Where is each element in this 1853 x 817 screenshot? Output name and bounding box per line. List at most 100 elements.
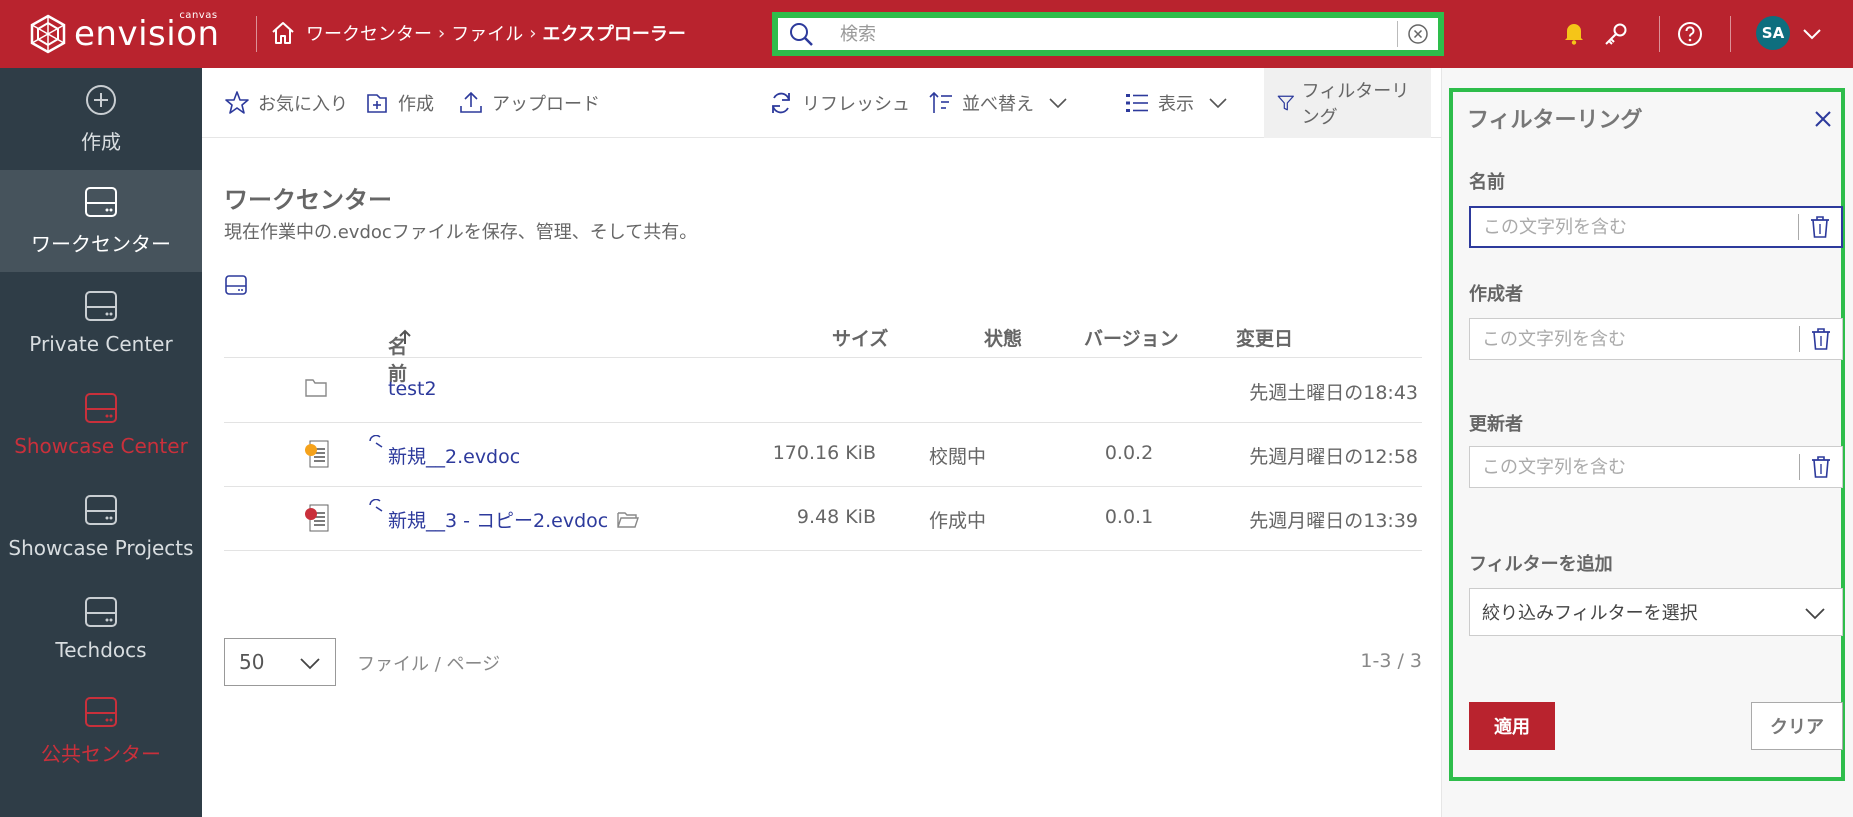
- field-divider: [1799, 454, 1800, 480]
- chevron-down-icon: [1049, 98, 1067, 109]
- column-header-version[interactable]: バージョン: [1084, 324, 1179, 351]
- view-button[interactable]: 表示: [1124, 68, 1228, 138]
- add-filter-label: フィルターを追加: [1469, 554, 1613, 575]
- drive-icon: [85, 495, 117, 525]
- drive-icon: [85, 597, 117, 627]
- sidebar-item-label: 作成: [81, 129, 121, 154]
- file-size: 9.48 KiB: [796, 506, 876, 528]
- sidebar: 作成 ワークセンター Private Center Showcase Cente…: [0, 68, 202, 817]
- file-size: 170.16 KiB: [772, 442, 876, 464]
- refresh-label: リフレッシュ: [802, 94, 910, 115]
- evdoc-file-icon: [305, 504, 329, 532]
- creator-filter-input[interactable]: [1470, 319, 1799, 359]
- column-header-modified[interactable]: 変更日: [1236, 324, 1293, 351]
- close-icon[interactable]: [1812, 108, 1834, 130]
- sidebar-item-showcase-projects[interactable]: Showcase Projects: [0, 476, 202, 578]
- chevron-down-icon: [1805, 608, 1825, 620]
- sidebar-item-showcase-center[interactable]: Showcase Center: [0, 374, 202, 476]
- main-content: ワークセンター 現在作業中の.evdocファイルを保存、管理、そして共有。 名前…: [202, 138, 1441, 817]
- chevron-down-icon[interactable]: [1800, 24, 1824, 44]
- table-row[interactable]: 新規__2.evdoc 170.16 KiB 校閲中 0.0.2 先週月曜日の1…: [224, 423, 1422, 487]
- per-page-select[interactable]: 50: [224, 638, 336, 686]
- trash-icon[interactable]: [1810, 327, 1832, 351]
- user-avatar[interactable]: SA: [1756, 16, 1790, 50]
- drive-icon[interactable]: [224, 274, 248, 296]
- sync-status-icon: [369, 499, 383, 512]
- breadcrumb-separator: ›: [529, 22, 537, 44]
- file-name[interactable]: 新規__3 - コピー2.evdoc: [388, 506, 640, 533]
- updater-filter-label: 更新者: [1469, 414, 1523, 435]
- search-icon: [790, 23, 813, 46]
- sort-button[interactable]: 並べ替え: [928, 68, 1068, 138]
- sidebar-item-label: Private Center: [29, 332, 173, 356]
- file-state: 作成中: [929, 510, 987, 532]
- bell-icon[interactable]: [1561, 20, 1587, 46]
- refresh-button[interactable]: リフレッシュ: [768, 68, 910, 138]
- sidebar-item-label: ワークセンター: [31, 231, 171, 256]
- filter-button[interactable]: フィルターリング: [1264, 68, 1431, 138]
- favorite-label: お気に入り: [258, 94, 348, 115]
- help-icon[interactable]: [1676, 20, 1704, 48]
- home-icon[interactable]: [270, 20, 296, 46]
- clear-search-icon[interactable]: [1406, 22, 1430, 46]
- add-filter-select-value: 絞り込みフィルターを選択: [1482, 603, 1698, 624]
- filter-panel-title: フィルターリング: [1467, 108, 1643, 133]
- upload-button[interactable]: アップロード: [458, 68, 600, 138]
- file-modified: 先週土曜日の18:43: [1249, 382, 1418, 404]
- logo-mark-icon: [30, 14, 66, 54]
- sidebar-item-techdocs[interactable]: Techdocs: [0, 578, 202, 680]
- envision-logo[interactable]: envision canvas: [28, 10, 220, 56]
- upload-label: アップロード: [492, 94, 600, 115]
- name-filter-input[interactable]: [1471, 208, 1798, 246]
- trash-icon[interactable]: [1810, 455, 1832, 479]
- table-row[interactable]: test2 先週土曜日の18:43: [224, 359, 1422, 423]
- page-title: ワークセンター: [224, 186, 392, 214]
- breadcrumb-item-files[interactable]: ファイル: [451, 20, 523, 46]
- column-header-name[interactable]: 名前: [388, 324, 412, 385]
- new-file-icon: [367, 94, 387, 113]
- sidebar-item-workcenter[interactable]: ワークセンター: [0, 170, 202, 272]
- per-page-label: ファイル / ページ: [357, 654, 501, 675]
- header-divider: [1659, 16, 1660, 52]
- sidebar-item-public-center[interactable]: 公共センター: [0, 680, 202, 782]
- filter-panel: フィルターリング 名前 作成者 更新者: [1449, 88, 1845, 781]
- upload-icon: [460, 91, 482, 113]
- column-header-size[interactable]: サイズ: [832, 324, 888, 351]
- drive-icon: [85, 186, 117, 217]
- page-range: 1-3 / 3: [1360, 650, 1422, 672]
- clear-button[interactable]: クリア: [1751, 702, 1843, 750]
- apply-button[interactable]: 適用: [1469, 702, 1555, 750]
- app-header: envision canvas ワークセンター › ファイル › エクスプローラ…: [0, 0, 1853, 68]
- file-version: 0.0.1: [1104, 506, 1154, 528]
- logo-sub: canvas: [179, 10, 218, 21]
- filter-icon: [1277, 95, 1294, 111]
- drive-icon: [85, 291, 117, 321]
- toolbar: お気に入り 作成 アップロード リフレッシュ 並べ替え 表示 フィルターリング: [202, 68, 1441, 138]
- sidebar-item-private-center[interactable]: Private Center: [0, 272, 202, 374]
- file-name[interactable]: test2: [388, 378, 437, 400]
- drive-icon: [85, 393, 117, 423]
- file-state: 校閲中: [929, 446, 987, 468]
- favorite-button[interactable]: お気に入り: [224, 68, 348, 138]
- create-button[interactable]: 作成: [364, 68, 434, 138]
- key-icon[interactable]: [1602, 20, 1630, 48]
- file-modified: 先週月曜日の13:39: [1249, 510, 1418, 532]
- breadcrumb-item-workcenter[interactable]: ワークセンター: [306, 20, 432, 46]
- search-box: [778, 18, 1438, 50]
- column-header-state[interactable]: 状態: [984, 324, 1022, 351]
- chevron-down-icon: [1209, 98, 1227, 109]
- search-input[interactable]: [814, 23, 1397, 45]
- trash-icon[interactable]: [1809, 215, 1831, 239]
- folder-icon: [305, 379, 327, 397]
- sidebar-item-create[interactable]: 作成: [0, 68, 202, 170]
- table-header: 名前 サイズ 状態 バージョン 変更日: [224, 316, 1422, 385]
- updater-filter-input[interactable]: [1470, 447, 1799, 487]
- file-name[interactable]: 新規__2.evdoc: [388, 442, 520, 469]
- updater-filter-field: [1469, 446, 1843, 488]
- page-description: 現在作業中の.evdocファイルを保存、管理、そして共有。: [224, 222, 698, 243]
- file-version: 0.0.2: [1104, 442, 1154, 464]
- add-filter-select[interactable]: 絞り込みフィルターを選択: [1469, 588, 1843, 636]
- table-row[interactable]: 新規__3 - コピー2.evdoc 9.48 KiB 作成中 0.0.1 先週…: [224, 487, 1422, 551]
- sort-icon: [929, 91, 952, 113]
- open-folder-icon[interactable]: [616, 510, 640, 530]
